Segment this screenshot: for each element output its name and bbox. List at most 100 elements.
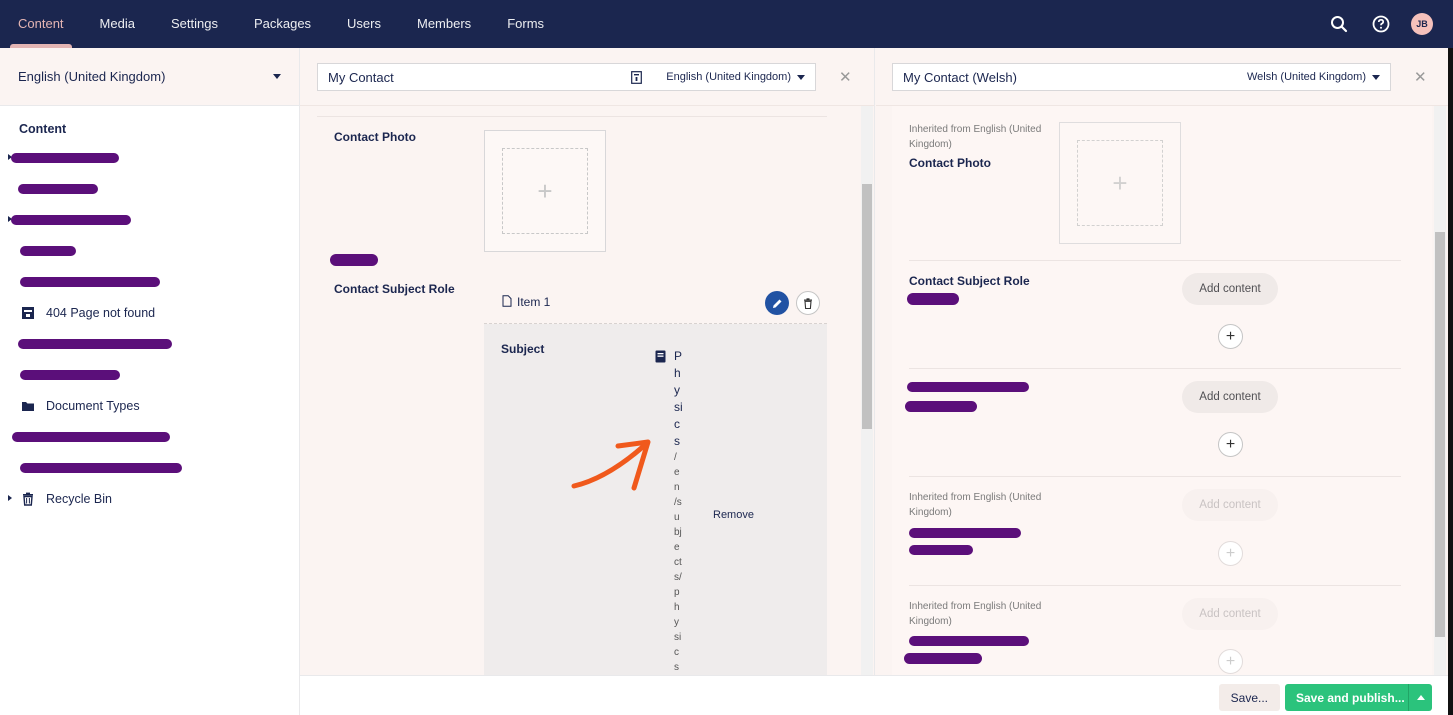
variant-selector[interactable]: Welsh (United Kingdom) bbox=[1247, 71, 1380, 83]
scrollbar-thumb[interactable] bbox=[1435, 232, 1445, 637]
document-name-field[interactable]: My Contact English (United Kingdom) bbox=[317, 63, 816, 91]
tab-forms[interactable]: Forms bbox=[489, 0, 562, 48]
block-item-header[interactable]: Item 1 bbox=[484, 284, 827, 324]
tab-members[interactable]: Members bbox=[399, 0, 489, 48]
block-item-title: Item 1 bbox=[517, 295, 551, 309]
redaction-mark bbox=[11, 153, 119, 163]
folder-icon bbox=[20, 398, 36, 414]
add-block-plus-icon[interactable]: + bbox=[1218, 432, 1243, 457]
language-selector[interactable]: English (United Kingdom) bbox=[0, 48, 299, 106]
tree-item[interactable] bbox=[0, 328, 299, 359]
subject-value-fragment: h bbox=[674, 602, 680, 613]
subject-value-fragment: c bbox=[674, 647, 679, 658]
section-tabs: Content Media Settings Packages Users Me… bbox=[0, 0, 562, 48]
scrollbar[interactable] bbox=[861, 106, 873, 675]
close-pane-icon[interactable]: ✕ bbox=[839, 68, 852, 86]
contact-subject-role-label: Contact Subject Role bbox=[334, 282, 455, 296]
contact-subject-role-property: Contact Subject Role bbox=[909, 274, 1030, 288]
subject-value-fragment: ct bbox=[674, 557, 682, 568]
delete-block-button[interactable] bbox=[796, 291, 820, 315]
subject-value-fragment: bj bbox=[674, 527, 682, 538]
scrollbar-thumb[interactable] bbox=[862, 184, 872, 429]
tab-media[interactable]: Media bbox=[82, 0, 153, 48]
add-media-icon[interactable]: + bbox=[502, 148, 588, 234]
chevron-up-icon bbox=[1416, 695, 1425, 700]
user-avatar[interactable]: JB bbox=[1411, 13, 1433, 35]
subject-value-fragment: n bbox=[674, 482, 680, 493]
media-picker: + bbox=[1059, 122, 1181, 244]
edit-block-button[interactable] bbox=[765, 291, 789, 315]
add-block-plus-icon[interactable]: + bbox=[1218, 324, 1243, 349]
tree-item[interactable] bbox=[0, 421, 299, 452]
inherited-property: Inherited from English (United Kingdom) bbox=[909, 490, 1059, 520]
tab-users[interactable]: Users bbox=[329, 0, 399, 48]
tree-item[interactable] bbox=[0, 266, 299, 297]
close-pane-icon[interactable]: ✕ bbox=[1414, 68, 1427, 86]
subject-value-fragment: /s bbox=[674, 497, 682, 508]
save-button[interactable]: Save... bbox=[1218, 684, 1280, 711]
tree-item-label: Recycle Bin bbox=[46, 491, 112, 506]
subject-value-fragment: e bbox=[674, 467, 680, 478]
tab-settings[interactable]: Settings bbox=[153, 0, 236, 48]
redaction-mark bbox=[904, 653, 982, 664]
subject-value[interactable]: Ph y si c s / e n/s u bj e ct s/p h y si c s bbox=[674, 348, 694, 675]
save-and-publish-button[interactable]: Save and publish... bbox=[1285, 684, 1432, 711]
tree-item[interactable] bbox=[0, 359, 299, 390]
redaction-mark bbox=[20, 277, 160, 287]
property-label: Contact Subject Role bbox=[334, 282, 455, 296]
search-icon[interactable] bbox=[1327, 12, 1351, 36]
subject-value-fragment: s/ bbox=[674, 572, 682, 583]
divider bbox=[317, 116, 827, 117]
tree-item[interactable] bbox=[0, 235, 299, 266]
help-icon[interactable] bbox=[1369, 12, 1393, 36]
redaction-mark bbox=[20, 463, 182, 473]
editor-pane-welsh: My Contact (Welsh) Welsh (United Kingdom… bbox=[876, 48, 1448, 675]
subject-value-fragment: u bbox=[674, 512, 680, 523]
add-content-button[interactable]: Add content bbox=[1182, 381, 1278, 413]
expand-arrow-icon[interactable] bbox=[8, 495, 12, 501]
header-tools: JB bbox=[1327, 12, 1433, 36]
redaction-mark bbox=[907, 293, 959, 305]
redaction-mark bbox=[909, 528, 1021, 538]
redaction-mark bbox=[330, 254, 378, 266]
redaction-mark bbox=[905, 401, 977, 412]
editor-pane-english: My Contact English (United Kingdom) ✕ Co… bbox=[300, 48, 875, 675]
inherited-property: Inherited from English (United Kingdom) bbox=[909, 599, 1059, 629]
document-name-field[interactable]: My Contact (Welsh) Welsh (United Kingdom… bbox=[892, 63, 1391, 91]
redaction-mark bbox=[909, 636, 1029, 646]
add-content-button-disabled: Add content bbox=[1182, 489, 1278, 521]
language-selector-label: English (United Kingdom) bbox=[18, 69, 166, 84]
subject-value-fragment: s bbox=[674, 662, 679, 673]
document-icon bbox=[655, 350, 666, 366]
tree-item-document-types[interactable]: Document Types bbox=[0, 390, 299, 421]
publish-options-toggle[interactable] bbox=[1408, 684, 1432, 711]
tree-item[interactable] bbox=[0, 204, 299, 235]
variant-language: Welsh (United Kingdom) bbox=[1246, 71, 1366, 83]
scrollbar[interactable] bbox=[1434, 106, 1446, 675]
variant-selector[interactable]: English (United Kingdom) bbox=[631, 70, 805, 84]
inherited-note: Inherited from English (United Kingdom) bbox=[909, 601, 1042, 627]
trash-icon bbox=[20, 491, 36, 507]
tree-item[interactable] bbox=[0, 452, 299, 483]
tab-packages[interactable]: Packages bbox=[236, 0, 329, 48]
tree-item[interactable] bbox=[0, 173, 299, 204]
chevron-down-icon bbox=[273, 74, 281, 79]
tree-item-404[interactable]: 404 Page not found bbox=[0, 297, 299, 328]
tab-content[interactable]: Content bbox=[0, 0, 82, 48]
divider bbox=[909, 260, 1401, 261]
add-media-icon: + bbox=[1077, 140, 1163, 226]
pencil-icon bbox=[772, 299, 781, 308]
redaction-mark bbox=[20, 246, 76, 256]
content-tree: English (United Kingdom) Content 404 Pag… bbox=[0, 48, 300, 715]
tree-item[interactable] bbox=[0, 142, 299, 173]
subject-value-fragment: e bbox=[674, 542, 680, 553]
trash-icon bbox=[804, 297, 812, 309]
tree-root-label[interactable]: Content bbox=[0, 106, 299, 142]
add-content-button[interactable]: Add content bbox=[1182, 273, 1278, 305]
remove-link[interactable]: Remove bbox=[713, 509, 754, 521]
media-picker[interactable]: + bbox=[484, 130, 606, 252]
add-content-button-disabled: Add content bbox=[1182, 598, 1278, 630]
annotation-arrow bbox=[571, 439, 651, 491]
tree-list: 404 Page not found Document Types Recycl… bbox=[0, 142, 299, 514]
tree-item-recycle-bin[interactable]: Recycle Bin bbox=[0, 483, 299, 514]
